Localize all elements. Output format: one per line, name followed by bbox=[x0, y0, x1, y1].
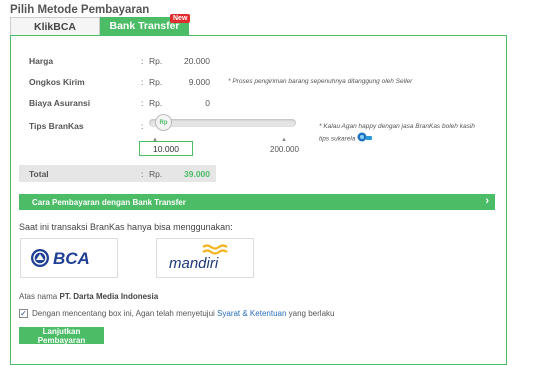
ongkir-note: * Proses pengiriman barang sepenuhnya di… bbox=[228, 78, 413, 85]
brankas-icon bbox=[357, 132, 373, 146]
tick-max: ▲ bbox=[281, 137, 287, 143]
mandiri-logo-box: mandiri bbox=[156, 238, 254, 278]
colon: : bbox=[141, 77, 144, 87]
asuransi-label: Biaya Asuransi bbox=[29, 98, 91, 108]
total-value: 39.000 bbox=[184, 169, 210, 179]
ongkir-label: Ongkos Kirim bbox=[29, 77, 85, 87]
asuransi-value: 0 bbox=[205, 98, 210, 108]
mandiri-logo-text: mandiri bbox=[169, 255, 219, 272]
colon: : bbox=[141, 98, 144, 108]
harga-label: Harga bbox=[29, 56, 54, 66]
terms-link[interactable]: Syarat & Ketentuan bbox=[217, 309, 286, 318]
ongkir-value: 9.000 bbox=[188, 77, 210, 87]
tips-max-label: 200.000 bbox=[270, 145, 299, 154]
colon: : bbox=[141, 169, 144, 179]
bca-logo: BCA bbox=[31, 249, 90, 268]
agreement-text: Dengan mencentang box ini, Agan telah me… bbox=[32, 309, 334, 318]
payment-guide-bar[interactable]: Cara Pembayaran dengan Bank Transfer › bbox=[19, 194, 495, 210]
new-badge: New bbox=[170, 14, 191, 23]
agreement-before: Dengan mencentang box ini, Agan telah me… bbox=[32, 309, 215, 318]
tips-note: * Kalau Agan happy dengan jasa BranKas b… bbox=[319, 121, 484, 146]
page-title: Pilih Metode Pembayaran bbox=[10, 4, 150, 16]
account-name: Atas nama PT. Darta Media Indonesia bbox=[19, 292, 158, 301]
account-prefix: Atas nama bbox=[19, 292, 58, 301]
colon: : bbox=[141, 56, 144, 66]
harga-value: 20.000 bbox=[184, 56, 210, 66]
total-label: Total bbox=[29, 169, 49, 179]
account-company: PT. Darta Media Indonesia bbox=[59, 292, 159, 301]
mandiri-logo: mandiri bbox=[169, 244, 228, 272]
chevron-right-icon: › bbox=[485, 195, 489, 207]
tips-label: Tips BranKas bbox=[29, 121, 84, 131]
tab-klikbca[interactable]: KlikBCA bbox=[10, 17, 100, 35]
tips-slider-knob[interactable]: Rp bbox=[155, 114, 172, 131]
continue-payment-button[interactable]: Lanjutkan Pembayaran bbox=[19, 327, 104, 345]
agreement-after: yang berlaku bbox=[288, 309, 335, 318]
bank-info-text: Saat ini transaksi BranKas hanya bisa me… bbox=[19, 222, 233, 232]
colon: : bbox=[141, 121, 144, 131]
tips-value-input[interactable]: 10.000 bbox=[139, 141, 193, 156]
bca-logo-text: BCA bbox=[53, 249, 90, 268]
payment-guide-label: Cara Pembayaran dengan Bank Transfer bbox=[32, 197, 186, 207]
agreement-checkbox[interactable]: ✓ bbox=[19, 309, 28, 318]
bca-logo-box: BCA bbox=[20, 238, 118, 278]
tips-note-text: * Kalau Agan happy dengan jasa BranKas b… bbox=[319, 123, 475, 143]
